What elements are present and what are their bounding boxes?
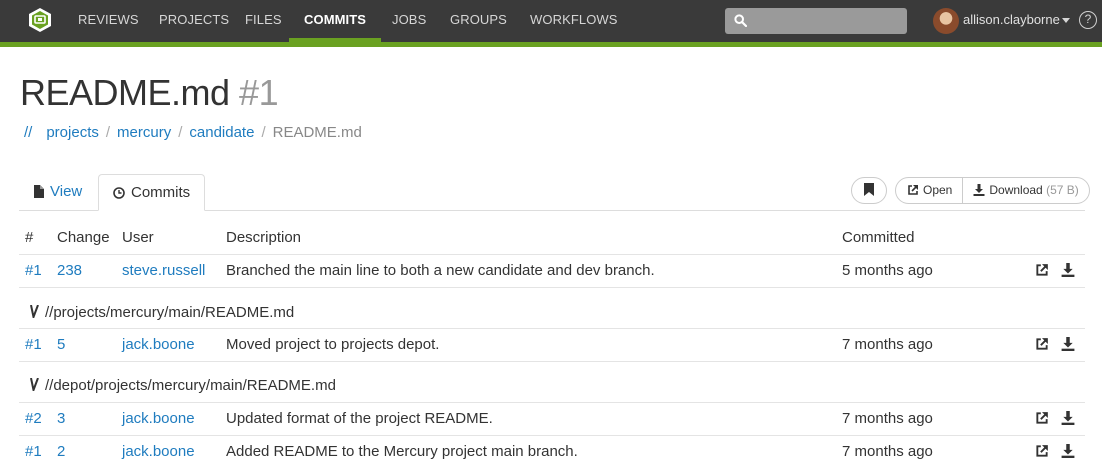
caret-down-icon[interactable] xyxy=(1062,18,1070,23)
breadcrumb-root[interactable]: // xyxy=(24,124,32,141)
row-divider xyxy=(19,402,1085,403)
nav-projects[interactable]: PROJECTS xyxy=(159,0,229,42)
row-divider xyxy=(19,435,1085,436)
col-header-change: Change xyxy=(57,229,110,246)
user-link[interactable]: jack.boone xyxy=(122,336,195,353)
rev-link[interactable]: #1 xyxy=(25,443,42,460)
committed-time: 5 months ago xyxy=(842,262,933,279)
nav-workflows[interactable]: WORKFLOWS xyxy=(530,0,618,42)
open-external-icon[interactable] xyxy=(1035,444,1049,458)
row-divider xyxy=(19,361,1085,362)
rev-link[interactable]: #1 xyxy=(25,336,42,353)
nav-groups[interactable]: GROUPS xyxy=(450,0,507,42)
user-link[interactable]: jack.boone xyxy=(122,410,195,427)
top-navbar: REVIEWS PROJECTS FILES COMMITS JOBS GROU… xyxy=(0,0,1102,47)
file-actions-group: Open Download (57 B) xyxy=(895,177,1090,204)
description: Branched the main line to both a new can… xyxy=(226,262,655,279)
nav-reviews[interactable]: REVIEWS xyxy=(78,0,139,42)
open-external-icon[interactable] xyxy=(1035,263,1049,277)
open-button[interactable]: Open xyxy=(896,178,964,203)
download-button-label: Download xyxy=(989,183,1043,197)
search-box[interactable] xyxy=(725,8,907,34)
nav-files[interactable]: FILES xyxy=(245,0,282,42)
row-divider xyxy=(19,287,1085,288)
change-link[interactable]: 238 xyxy=(57,262,82,279)
branch-path-text: //depot/projects/mercury/main/README.md xyxy=(45,377,336,394)
breadcrumb-current: README.md xyxy=(272,124,362,141)
open-external-icon[interactable] xyxy=(1035,337,1049,351)
committed-time: 7 months ago xyxy=(842,443,933,460)
page-title-revision: #1 xyxy=(239,72,279,113)
branch-path-text: //projects/mercury/main/README.md xyxy=(45,304,295,321)
breadcrumb: // projects / mercury / candidate / README.md xyxy=(24,124,362,141)
user-link[interactable]: jack.boone xyxy=(122,443,195,460)
search-icon xyxy=(734,14,747,27)
rev-link[interactable]: #1 xyxy=(25,262,42,279)
download-button[interactable]: Download (57 B) xyxy=(963,178,1088,203)
tab-commits[interactable]: Commits xyxy=(98,174,206,211)
page-title-name: README.md xyxy=(20,72,230,113)
row-divider xyxy=(19,328,1085,329)
breadcrumb-separator: / xyxy=(261,124,266,141)
tab-view[interactable]: View xyxy=(20,174,96,211)
download-size: (57 B) xyxy=(1046,183,1079,197)
open-external-icon[interactable] xyxy=(1035,411,1049,425)
search-input[interactable] xyxy=(751,8,901,34)
download-icon[interactable] xyxy=(1061,411,1075,425)
bookmark-icon xyxy=(864,183,874,196)
open-button-label: Open xyxy=(923,183,953,197)
breadcrumb-separator: / xyxy=(105,124,111,141)
nav-commits[interactable]: COMMITS xyxy=(288,0,382,42)
download-icon xyxy=(973,184,985,196)
breadcrumb-projects[interactable]: projects xyxy=(46,124,99,141)
col-header-rev: # xyxy=(25,229,34,246)
description: Updated format of the project README. xyxy=(226,410,493,427)
download-icon[interactable] xyxy=(1061,337,1075,351)
download-icon[interactable] xyxy=(1061,444,1075,458)
description: Moved project to projects depot. xyxy=(226,336,440,353)
change-link[interactable]: 3 xyxy=(57,410,65,427)
page-title: README.md #1 xyxy=(20,72,279,114)
tab-commits-label: Commits xyxy=(131,184,191,201)
username[interactable]: allison.clayborne xyxy=(963,12,1060,27)
branch-icon xyxy=(30,305,39,318)
branch-path: //projects/mercury/main/README.md xyxy=(30,304,294,321)
change-link[interactable]: 5 xyxy=(57,336,65,353)
download-icon[interactable] xyxy=(1061,263,1075,277)
help-icon[interactable]: ? xyxy=(1079,11,1097,29)
breadcrumb-mercury[interactable]: mercury xyxy=(117,124,171,141)
branch-icon xyxy=(30,378,39,391)
breadcrumb-candidate[interactable]: candidate xyxy=(189,124,254,141)
user-link[interactable]: steve.russell xyxy=(122,262,205,279)
committed-time: 7 months ago xyxy=(842,336,933,353)
col-header-committed: Committed xyxy=(842,229,915,246)
avatar[interactable] xyxy=(933,8,959,34)
breadcrumb-separator: / xyxy=(178,124,183,141)
description: Added README to the Mercury project main… xyxy=(226,443,578,460)
branch-path: //depot/projects/mercury/main/README.md xyxy=(30,377,336,394)
col-header-description: Description xyxy=(226,229,302,246)
rev-link[interactable]: #2 xyxy=(25,410,42,427)
file-icon xyxy=(34,185,44,198)
committed-time: 7 months ago xyxy=(842,410,933,427)
bookmark-button[interactable] xyxy=(851,177,887,204)
tab-view-label: View xyxy=(50,183,83,200)
nav-jobs[interactable]: JOBS xyxy=(392,0,426,42)
clock-icon xyxy=(113,187,125,199)
swarm-logo-icon[interactable] xyxy=(28,7,52,33)
change-link[interactable]: 2 xyxy=(57,443,65,460)
navbar-accent-bar xyxy=(0,42,1102,47)
open-external-icon xyxy=(908,185,918,195)
col-header-user: User xyxy=(122,229,154,246)
row-divider xyxy=(19,254,1085,255)
